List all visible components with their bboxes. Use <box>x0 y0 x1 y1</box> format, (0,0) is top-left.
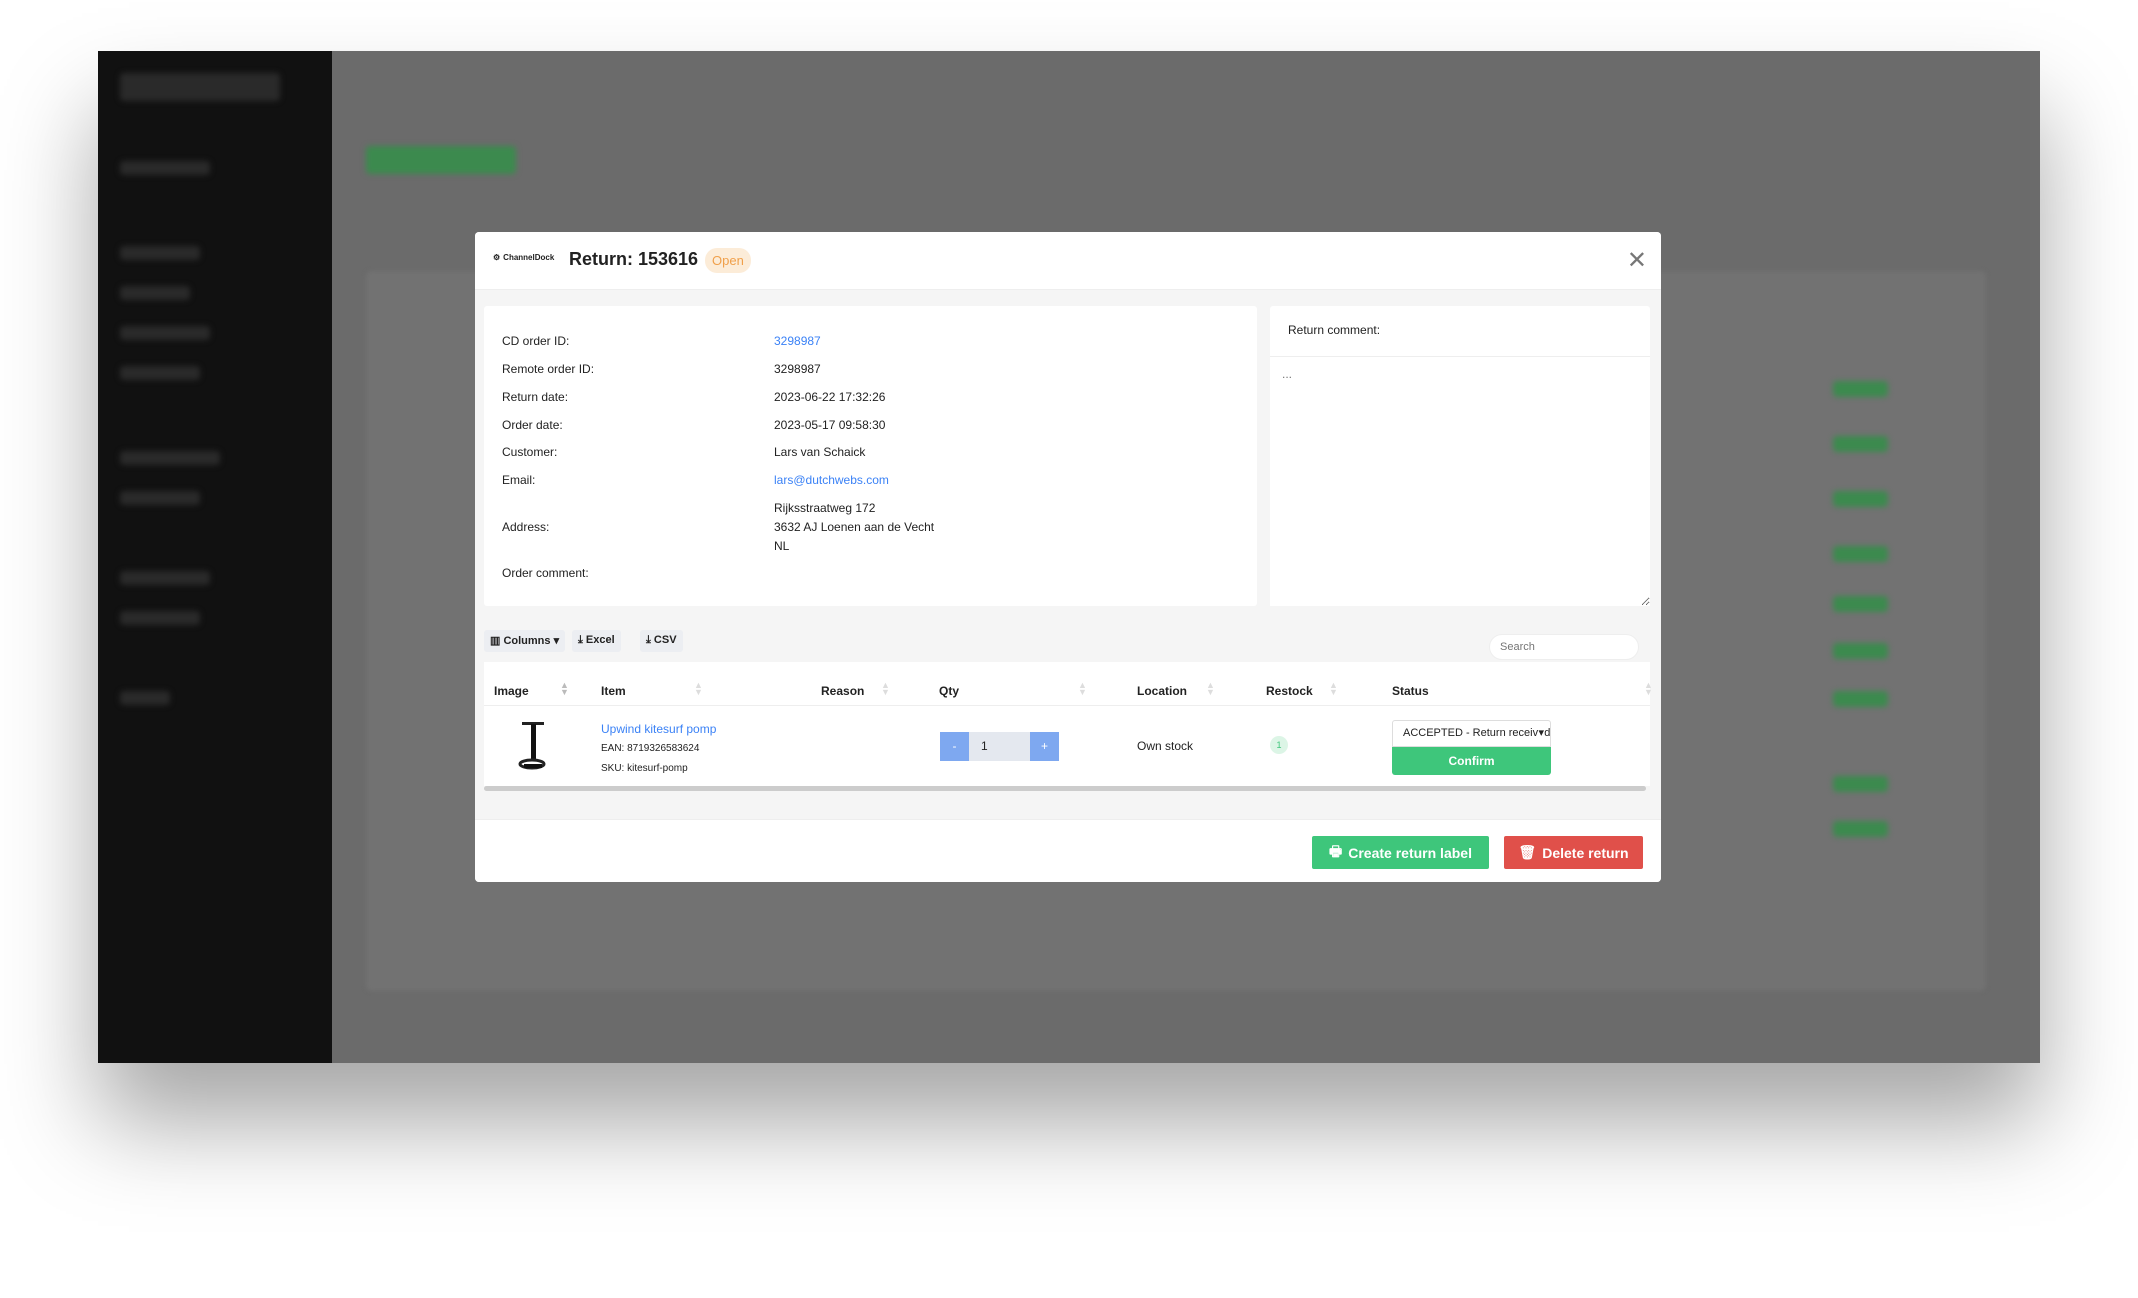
csv-export-button[interactable]: ⤓ CSV <box>640 630 683 652</box>
customer-name: Lars van Schaick <box>774 445 866 459</box>
status-badge: Open <box>705 248 751 273</box>
horizontal-scrollbar[interactable] <box>484 786 1646 791</box>
address-line: Rijksstraatweg 172 <box>774 501 876 515</box>
channeldock-logo: ⚙ ChannelDock <box>493 253 555 262</box>
column-header-qty[interactable]: Qty <box>939 684 959 698</box>
return-comment-card: Return comment: <box>1270 306 1650 606</box>
create-return-label-button[interactable]: 🖶 Create return label <box>1312 836 1489 869</box>
modal-header: ⚙ ChannelDock Return: 153616 Open ✕ <box>475 232 1661 290</box>
item-ean: EAN: 8719326583624 <box>601 743 700 754</box>
trash-icon: 🗑 <box>1518 844 1537 860</box>
qty-stepper: - 1 + <box>940 732 1059 761</box>
printer-icon: 🖶 <box>1329 842 1343 859</box>
qty-increment-button[interactable]: + <box>1030 732 1059 761</box>
item-sku: SKU: kitesurf-pomp <box>601 763 688 774</box>
chevron-down-icon: ▾ <box>1538 721 1544 746</box>
order-date: 2023-05-17 09:58:30 <box>774 418 886 432</box>
column-header-image[interactable]: Image <box>494 684 529 698</box>
columns-button[interactable]: ▥ Columns ▾ <box>484 630 566 652</box>
order-comment-label: Order comment: <box>502 566 589 580</box>
item-link[interactable]: Upwind kitesurf pomp <box>601 722 716 736</box>
order-details-card: CD order ID: 3298987 Remote order ID: 32… <box>484 306 1257 606</box>
detail-label: Order date: <box>502 418 563 432</box>
return-items-table: Image ▲ ▼ Item ▲ ▼ Reason ▲ ▼ Qty ▲ ▼ Location ▲ ▼… <box>484 662 1653 786</box>
search-input[interactable] <box>1489 634 1639 660</box>
address-line: NL <box>774 539 790 553</box>
download-icon: ⤓ <box>646 634 654 646</box>
restock-badge: 1 <box>1270 736 1288 754</box>
remote-order-id: 3298987 <box>774 362 821 376</box>
modal-title: Return: 153616 <box>569 249 699 269</box>
column-header-reason[interactable]: Reason <box>821 684 864 698</box>
return-date: 2023-06-22 17:32:26 <box>774 390 886 404</box>
detail-label: CD order ID: <box>502 334 570 348</box>
email-link[interactable]: lars@dutchwebs.com <box>774 473 889 487</box>
modal-footer: 🖶 Create return label 🗑 Delete return <box>475 819 1661 882</box>
detail-label: Email: <box>502 473 536 487</box>
address-label: Address: <box>502 520 550 534</box>
confirm-button[interactable]: Confirm <box>1392 747 1551 775</box>
delete-return-button[interactable]: 🗑 Delete return <box>1504 836 1643 869</box>
close-icon[interactable]: ✕ <box>1627 246 1647 275</box>
qty-input[interactable]: 1 <box>969 732 1030 761</box>
column-header-location[interactable]: Location <box>1137 684 1187 698</box>
column-header-item[interactable]: Item <box>601 684 626 698</box>
return-modal: ⚙ ChannelDock Return: 153616 Open ✕ CD or… <box>475 232 1661 882</box>
detail-label: Customer: <box>502 445 558 459</box>
detail-label: Return date: <box>502 390 569 404</box>
detail-label: Remote order ID: <box>502 362 595 376</box>
address-line: 3632 AJ Loenen aan de Vecht <box>774 520 935 534</box>
column-header-restock[interactable]: Restock <box>1266 684 1313 698</box>
return-comment-label: Return comment: <box>1288 323 1381 337</box>
sidebar-blurred <box>98 51 332 1063</box>
status-select[interactable]: ACCEPTED - Return received ▾ <box>1392 720 1551 747</box>
column-header-status[interactable]: Status <box>1392 684 1429 698</box>
location-value: Own stock <box>1137 739 1194 753</box>
qty-decrement-button[interactable]: - <box>940 732 969 761</box>
cd-order-id-link[interactable]: 3298987 <box>774 334 821 348</box>
columns-icon: ▥ <box>490 635 504 647</box>
return-comment-textarea[interactable] <box>1270 356 1650 606</box>
product-image-pump <box>518 722 546 770</box>
download-icon: ⤓ <box>578 634 586 646</box>
excel-export-button[interactable]: ⤓ Excel <box>572 630 621 652</box>
